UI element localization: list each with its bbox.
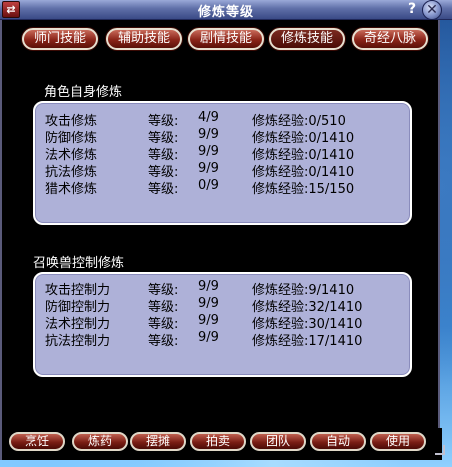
cultivation-name: 抗法控制力 <box>45 334 111 349</box>
tab-cultivation-skills[interactable]: 修炼技能 <box>269 28 345 50</box>
table-row: 抗法控制力 等级: 9/9 修炼经验:17/1410 <box>35 330 410 349</box>
help-button[interactable]: ? <box>404 1 420 18</box>
tab-support-skills[interactable]: 辅助技能 <box>106 28 182 50</box>
table-row: 法术控制力 等级: 9/9 修炼经验:30/1410 <box>35 313 410 332</box>
level-value: 9/9 <box>198 313 219 328</box>
table-row: 猎术修炼 等级: 0/9 修炼经验:15/150 <box>35 178 410 197</box>
exp-value: 修炼经验:17/1410 <box>252 334 363 349</box>
self-cultivation-panel: 攻击修炼 等级: 4/9 修炼经验:0/510 防御修炼 等级: 9/9 修炼经… <box>33 101 412 225</box>
cultivation-name: 猎术修炼 <box>45 182 98 197</box>
table-row: 防御修炼 等级: 9/9 修炼经验:0/1410 <box>35 127 410 146</box>
level-value: 9/9 <box>198 330 219 345</box>
cultivation-window: 师门技能 辅助技能 剧情技能 修炼技能 奇经八脉 角色自身修炼 攻击修炼 等级:… <box>0 0 445 460</box>
level-value: 9/9 <box>198 279 219 294</box>
tab-school-skills[interactable]: 师门技能 <box>22 28 98 50</box>
team-button[interactable]: 团队 <box>250 432 306 451</box>
level-value: 4/9 <box>198 110 219 125</box>
pet-cultivation-panel: 攻击控制力 等级: 9/9 修炼经验:9/1410 防御控制力 等级: 9/9 … <box>33 272 412 377</box>
level-value: 9/9 <box>198 127 219 142</box>
level-label: 等级: <box>148 182 179 197</box>
window-title: 修炼等级 <box>197 5 254 20</box>
self-cultivation-title: 角色自身修炼 <box>44 85 123 100</box>
table-row: 攻击修炼 等级: 4/9 修炼经验:0/510 <box>35 110 410 129</box>
close-button[interactable]: ✕ <box>422 0 442 20</box>
title-bar[interactable]: ⇄ 修炼等级 ? ✕ <box>0 0 452 20</box>
auto-button[interactable]: 自动 <box>310 432 366 451</box>
level-value: 9/9 <box>198 296 219 311</box>
table-row: 抗法修炼 等级: 9/9 修炼经验:0/1410 <box>35 161 410 180</box>
exp-value: 修炼经验:15/150 <box>252 182 355 197</box>
tab-story-skills[interactable]: 剧情技能 <box>188 28 264 50</box>
use-button[interactable]: 使用 <box>370 432 426 451</box>
level-value: 0/9 <box>198 178 219 193</box>
level-value: 9/9 <box>198 144 219 159</box>
level-value: 9/9 <box>198 161 219 176</box>
table-row: 防御控制力 等级: 9/9 修炼经验:32/1410 <box>35 296 410 315</box>
resize-grip[interactable] <box>435 445 445 455</box>
tab-meridians[interactable]: 奇经八脉 <box>352 28 428 50</box>
auction-button[interactable]: 拍卖 <box>190 432 246 451</box>
cook-button[interactable]: 烹饪 <box>9 432 65 451</box>
table-row: 法术修炼 等级: 9/9 修炼经验:0/1410 <box>35 144 410 163</box>
level-label: 等级: <box>148 334 179 349</box>
pet-cultivation-title: 召唤兽控制修炼 <box>33 256 125 271</box>
stall-button[interactable]: 摆摊 <box>130 432 186 451</box>
alchemy-button[interactable]: 炼药 <box>72 432 128 451</box>
table-row: 攻击控制力 等级: 9/9 修炼经验:9/1410 <box>35 279 410 298</box>
